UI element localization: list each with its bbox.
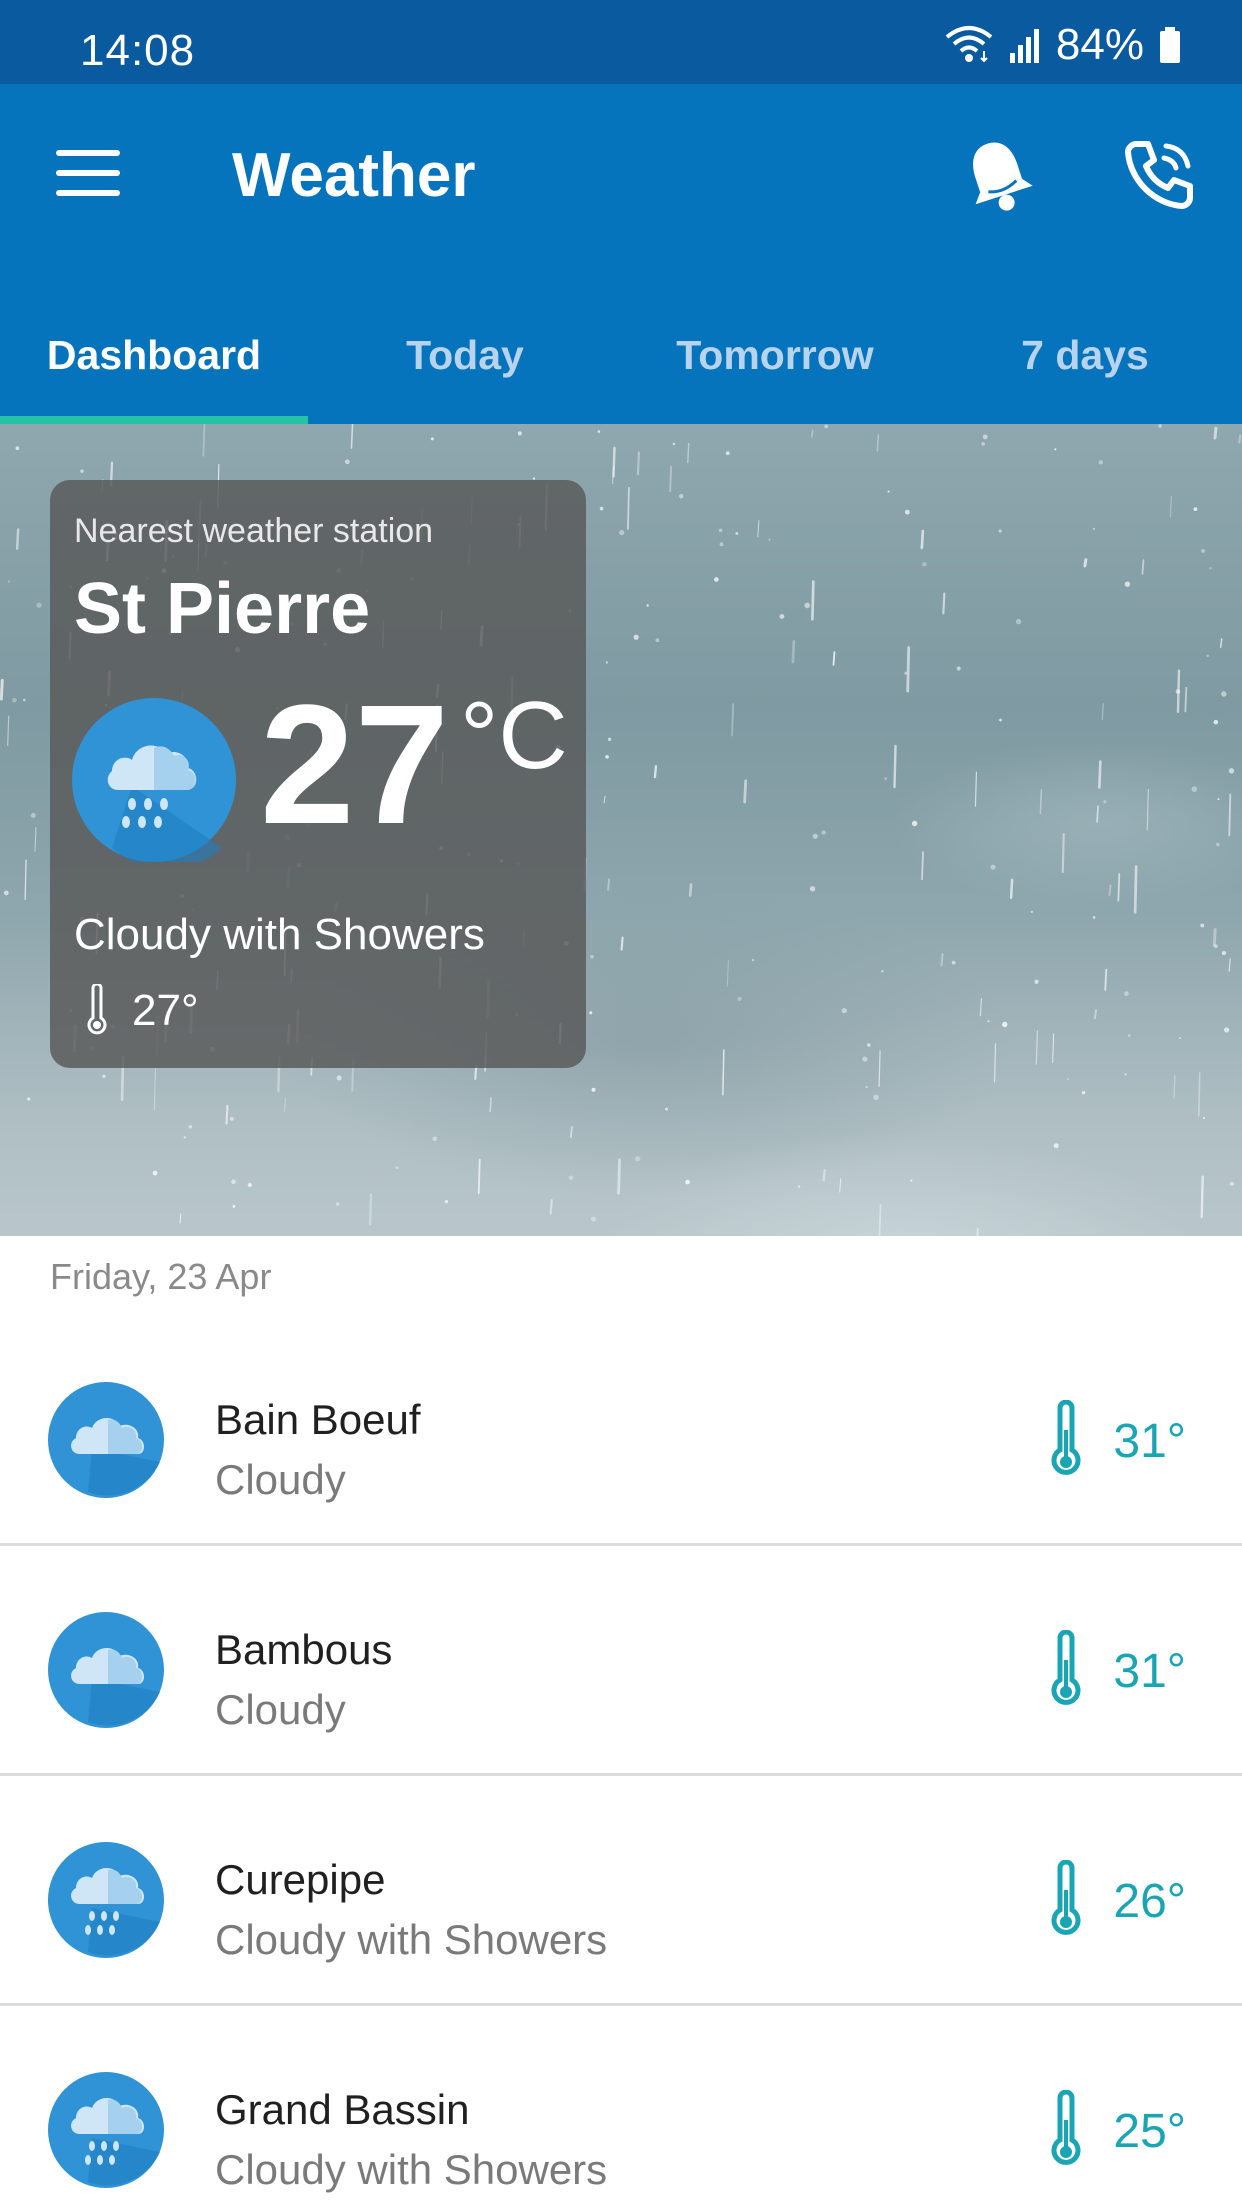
cloud-rain-icon (48, 1842, 164, 1958)
location-condition: Cloudy (215, 1456, 346, 1503)
thermometer-icon (1051, 2090, 1081, 2165)
location-name: Curepipe (215, 1856, 386, 1903)
app-bar: Weather Dashboard Today Tomorrow 7 days (0, 84, 1242, 424)
station-feels-like: 27° (132, 986, 199, 1035)
hero-background: Nearest weather station St Pierre 27 °C … (0, 424, 1242, 1236)
location-condition: Cloudy (215, 1686, 346, 1733)
tab-7-days[interactable]: 7 days (928, 308, 1242, 424)
location-temperature: 26° (1113, 1875, 1186, 1928)
tab-indicator (0, 416, 308, 424)
bell-icon (973, 142, 1033, 211)
location-name: Grand Bassin (215, 2086, 470, 2133)
station-temperature: 27 (260, 670, 450, 860)
app-title: Weather (232, 141, 476, 210)
tab-today[interactable]: Today (308, 308, 622, 424)
station-name: St Pierre (74, 569, 371, 649)
cloud-icon (48, 1382, 164, 1498)
status-time: 14:08 (80, 26, 196, 75)
location-condition: Cloudy with Showers (215, 1916, 608, 1963)
forecast-row[interactable]: Bambous Cloudy 31° (0, 1546, 1242, 1776)
station-temperature-unit: °C (460, 682, 568, 789)
forecast-row[interactable]: Curepipe Cloudy with Showers 26° (0, 1776, 1242, 2006)
tab-tomorrow[interactable]: Tomorrow (622, 308, 928, 424)
tab-dashboard[interactable]: Dashboard (0, 308, 308, 424)
thermometer-icon (1051, 1860, 1081, 1935)
location-condition: Cloudy with Showers (215, 2146, 608, 2193)
forecast-row[interactable]: Bain Boeuf Cloudy 31° (0, 1316, 1242, 1546)
thermometer-icon (87, 984, 107, 1035)
contact-button[interactable] (1122, 136, 1198, 212)
location-temperature: 31° (1113, 1415, 1186, 1468)
location-name: Bain Boeuf (215, 1396, 421, 1443)
location-temperature: 31° (1113, 1645, 1186, 1698)
battery-percentage: 84% (1055, 20, 1144, 69)
phone-icon (1125, 141, 1193, 209)
tab-bar: Dashboard Today Tomorrow 7 days (0, 308, 1242, 424)
location-name: Bambous (215, 1626, 393, 1673)
forecast-row[interactable]: Grand Bassin Cloudy with Showers 25° (0, 2006, 1242, 2208)
thermometer-icon (1051, 1400, 1081, 1475)
menu-button[interactable] (56, 150, 120, 200)
cloud-rain-icon (72, 698, 236, 862)
forecast-date: Friday, 23 Apr (50, 1256, 272, 1297)
status-icons: 84% (944, 20, 1182, 70)
cloud-rain-icon (48, 2072, 164, 2188)
alerts-button[interactable] (962, 136, 1034, 216)
signal-icon (1009, 29, 1039, 63)
station-caption: Nearest weather station (74, 512, 434, 550)
nearest-station-card[interactable]: Nearest weather station St Pierre 27 °C … (50, 480, 586, 1068)
cloud-icon (48, 1612, 164, 1728)
wifi-icon (945, 26, 993, 63)
thermometer-icon (1051, 1630, 1081, 1705)
location-temperature: 25° (1113, 2105, 1186, 2158)
battery-icon (1160, 27, 1180, 63)
status-bar: 14:08 84% (0, 0, 1242, 84)
station-condition: Cloudy with Showers (74, 910, 485, 959)
menu-icon (56, 150, 120, 196)
